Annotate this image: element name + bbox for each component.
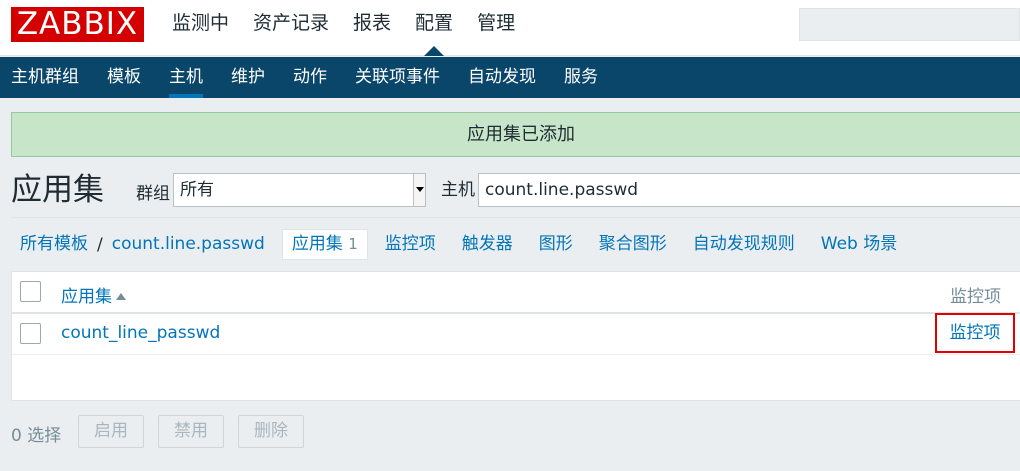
divider <box>11 217 1020 218</box>
tab-graphs[interactable]: 图形 <box>530 229 582 260</box>
tab-items[interactable]: 监控项 <box>376 229 445 260</box>
tab-triggers[interactable]: 触发器 <box>453 229 522 260</box>
menu-reports[interactable]: 报表 <box>341 0 403 46</box>
breadcrumb-all-templates[interactable]: 所有模板 <box>11 229 97 260</box>
submenu-discovery[interactable]: 自动发现 <box>454 57 550 98</box>
tab-applications-label: 应用集 <box>291 234 343 254</box>
table-row: count_line_passwd 监控项 <box>12 313 1020 355</box>
tab-discovery-rules[interactable]: 自动发现规则 <box>684 229 804 260</box>
column-header-application-label: 应用集 <box>61 287 112 307</box>
enable-button[interactable]: 启用 <box>78 415 144 448</box>
select-all-checkbox[interactable] <box>20 281 41 302</box>
submenu-actions[interactable]: 动作 <box>279 57 341 98</box>
tab-applications[interactable]: 应用集 1 <box>281 229 368 260</box>
menu-inventory[interactable]: 资产记录 <box>241 0 341 46</box>
dropdown-arrow-icon[interactable] <box>413 174 425 206</box>
global-search-input[interactable] <box>799 8 1020 41</box>
applications-table: 应用集 监控项 count_line_passwd 监控项 <box>11 271 1020 401</box>
table-header-row: 应用集 监控项 <box>12 272 1020 314</box>
submenu-services[interactable]: 服务 <box>550 57 612 98</box>
menu-monitoring[interactable]: 监测中 <box>160 0 241 46</box>
zabbix-logo[interactable]: ZABBIX <box>11 7 144 42</box>
host-input[interactable]: count.line.passwd <box>478 173 1020 207</box>
main-menu: 监测中 资产记录 报表 配置 管理 <box>160 0 527 56</box>
submenu-maintenance[interactable]: 维护 <box>217 57 279 98</box>
menu-administration[interactable]: 管理 <box>465 0 527 46</box>
submenu-hosts[interactable]: 主机 <box>155 57 217 98</box>
application-items-link[interactable]: 监控项 <box>935 313 1015 353</box>
menu-configuration[interactable]: 配置 <box>403 0 465 56</box>
tab-web-scenarios[interactable]: Web 场景 <box>812 229 906 260</box>
breadcrumb-template[interactable]: count.line.passwd <box>103 229 274 260</box>
column-header-application[interactable]: 应用集 <box>61 282 126 307</box>
selected-count: 0 选择 <box>11 426 62 446</box>
submenu-event-correlation[interactable]: 关联项事件 <box>341 57 454 98</box>
breadcrumb: 所有模板 / count.line.passwd 应用集 1 监控项 触发器 图… <box>11 229 906 260</box>
tab-screens[interactable]: 聚合图形 <box>590 229 676 260</box>
column-header-items: 监控项 <box>950 287 1001 307</box>
delete-button[interactable]: 删除 <box>238 415 304 448</box>
disable-button[interactable]: 禁用 <box>158 415 224 448</box>
top-navigation-bar: ZABBIX 监测中 资产记录 报表 配置 管理 <box>0 0 1020 56</box>
application-name-link[interactable]: count_line_passwd <box>61 323 220 343</box>
success-message: 应用集已添加 <box>11 112 1020 157</box>
tab-applications-count: 1 <box>348 235 358 253</box>
host-label: 主机 <box>441 180 475 200</box>
submenu-templates[interactable]: 模板 <box>93 57 155 98</box>
sub-navigation-bar: 主机群组 模板 主机 维护 动作 关联项事件 自动发现 服务 <box>0 57 1020 98</box>
page-title: 应用集 <box>11 172 104 208</box>
group-select-value: 所有 <box>180 180 214 200</box>
submenu-host-groups[interactable]: 主机群组 <box>0 57 93 98</box>
group-select[interactable]: 所有 <box>173 173 426 207</box>
sort-ascending-icon <box>116 293 126 300</box>
row-checkbox[interactable] <box>20 323 41 344</box>
group-label: 群组 <box>136 184 170 204</box>
